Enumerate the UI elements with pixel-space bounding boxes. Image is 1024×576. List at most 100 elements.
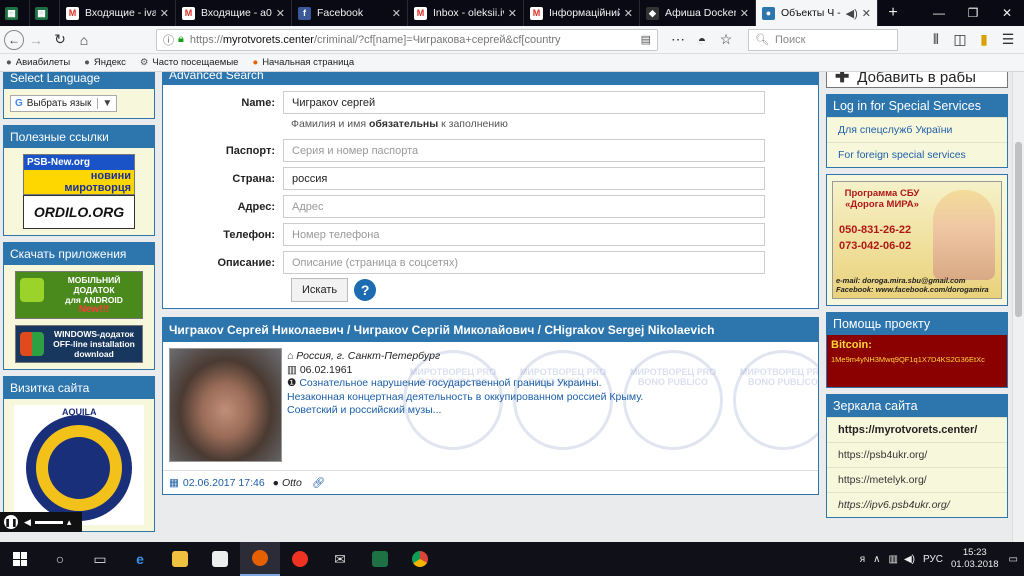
name-field[interactable]: Чигракоv сергей [283, 91, 765, 114]
help-icon[interactable]: ? [354, 279, 377, 301]
bookmark-start-page[interactable]: ● Начальная страница [252, 57, 354, 68]
store-icon[interactable] [200, 542, 240, 576]
volume-icon[interactable]: ◀ [24, 517, 31, 528]
restore-icon[interactable]: ❐ [956, 0, 990, 26]
start-button[interactable] [0, 542, 40, 576]
back-icon[interactable]: ← [4, 29, 24, 50]
edge-icon[interactable]: e [120, 542, 160, 576]
tab-docker[interactable]: ◆Афиша Docker's✕ [640, 0, 756, 26]
file-explorer-icon[interactable] [160, 542, 200, 576]
translate-select[interactable]: G Выбрать язык ▼ [10, 95, 118, 112]
add-button[interactable]: ✚ Добавить в рабы [826, 72, 1008, 88]
firefox-icon[interactable] [240, 542, 280, 576]
close-tab-icon[interactable]: ✕ [740, 7, 749, 20]
tab-facebook[interactable]: f Facebook ✕ [292, 0, 408, 26]
bookmark-star-icon[interactable]: ☆ [714, 28, 738, 52]
pocket-icon[interactable]: ◓ [690, 28, 714, 52]
yandex-browser-icon[interactable] [280, 542, 320, 576]
speaker-icon[interactable]: ◀) [846, 7, 858, 20]
reader-view-icon[interactable]: ▤ [641, 33, 651, 46]
mirror-link[interactable]: https://ipv6.psb4ukr.org/ [827, 492, 1007, 517]
people-icon[interactable]: ᴙ [860, 554, 865, 565]
network-icon[interactable]: ▥ [888, 554, 897, 565]
close-window-icon[interactable]: ✕ [990, 0, 1024, 26]
home-icon[interactable]: ⌂ [72, 28, 96, 52]
mirror-link[interactable]: https://psb4ukr.org/ [827, 442, 1007, 467]
result-title[interactable]: Чигракоv Сергей Николаевич / Чигракоv Се… [163, 318, 818, 342]
extension-icon[interactable]: ▮ [972, 28, 996, 52]
passport-field[interactable]: Серия и номер паспорта [283, 139, 765, 162]
search-button[interactable]: Искать [291, 278, 349, 302]
description-field[interactable]: Описание (страница в соцсетях) [283, 251, 765, 274]
mirror-link[interactable]: https://myrotvorets.center/ [827, 417, 1007, 442]
service-link-ua[interactable]: Для спецслужб України [827, 117, 1007, 142]
scrollbar-thumb[interactable] [1015, 142, 1022, 317]
ordilo-banner[interactable]: ORDILO.ORG [23, 195, 135, 229]
address-field[interactable]: Адрес [283, 195, 765, 218]
useful-links-panel: Полезные ссылки PSB-New.org новини мирот… [3, 125, 155, 236]
forward-icon[interactable]: → [24, 28, 48, 52]
bookmark-yandex[interactable]: ● Яндекс [84, 57, 126, 68]
phone-label: Телефон: [223, 228, 275, 241]
bitcoin-address[interactable]: 1Me9m4yNH3Mwq9QF1q1X7D4KS2G36EtXc [831, 355, 1003, 364]
new-tab-button[interactable]: + [878, 0, 908, 26]
tab-gmail-3[interactable]: MInbox - oleksii.iva✕ [408, 0, 524, 26]
pause-icon[interactable]: ❚❚ [4, 515, 18, 529]
library-icon[interactable]: ⫴ [924, 28, 948, 52]
sheets-icon: ▦ [5, 6, 18, 20]
minimize-icon[interactable]: — [922, 0, 956, 26]
close-tab-icon[interactable]: ✕ [862, 7, 871, 20]
close-tab-icon[interactable]: ✕ [276, 7, 285, 20]
permalink-icon[interactable]: 🔗︎ [312, 476, 325, 489]
windows-app-button[interactable]: WINDOWS-додаток OFF-line installation do… [15, 325, 143, 363]
tab-pinned-sheets-2[interactable]: ▦ [30, 0, 60, 26]
phone-field[interactable]: Номер телефона [283, 223, 765, 246]
android-app-button[interactable]: МОБІЛЬНИЙ ДОДАТОК для ANDROID New!!! [15, 271, 143, 319]
result-date: 02.06.2017 17:46 [182, 476, 265, 489]
page-scrollbar[interactable] [1012, 72, 1024, 542]
bookmark-aviabilety[interactable]: ● Авиабилеты [6, 57, 70, 68]
close-tab-icon[interactable]: ✕ [624, 7, 633, 20]
mirror-link[interactable]: https://metelyk.org/ [827, 467, 1007, 492]
volume-tray-icon[interactable]: ◀) [904, 554, 915, 565]
mirrors-title: Зеркала сайта [827, 395, 1007, 417]
windows-taskbar: ○ ▭ e ✉ ᴙ ∧ ▥ ◀) РУС 15:23 01.03.2018 ▭ [0, 542, 1024, 576]
notifications-icon[interactable]: ▭ [1009, 554, 1018, 565]
chrome-icon[interactable] [400, 542, 440, 576]
service-link-foreign[interactable]: For foreign special services [827, 142, 1007, 167]
result-author: Otto [281, 476, 302, 489]
page-actions-icon[interactable]: ⋯ [666, 28, 690, 52]
expand-icon[interactable]: ▴ [67, 517, 72, 528]
page-content: Select Language G Выбрать язык ▼ Полезные … [0, 72, 1012, 542]
psb-news-banner[interactable]: PSB-New.org новини миротворця [23, 154, 135, 195]
tray-chevron-icon[interactable]: ∧ [873, 554, 880, 565]
tab-pinned-sheets-1[interactable]: ▦ [0, 0, 30, 26]
person-photo[interactable] [169, 348, 282, 462]
tab-active-myrotvorets[interactable]: ● Объекты Ч - ◀) ✕ [756, 0, 878, 26]
search-input[interactable]: 🔍︎ Поиск [748, 28, 898, 51]
task-view-icon[interactable]: ▭ [80, 542, 120, 576]
sidebar-icon[interactable]: ◫ [948, 28, 972, 52]
result-footer: ▦ 02.06.2017 17:46 ● Otto 🔗︎ [163, 470, 818, 494]
sbu-program-banner[interactable]: Программа СБУ «Дорога МИРА» 050-831-26-2… [832, 181, 1002, 299]
tab-gmail-2[interactable]: MВходящие - а067✕ [176, 0, 292, 26]
menu-icon[interactable]: ☰ [996, 28, 1020, 52]
bookmark-most-visited[interactable]: ⚙ Часто посещаемые [140, 57, 239, 68]
search-icon[interactable]: ○ [40, 542, 80, 576]
excel-icon[interactable] [360, 542, 400, 576]
mail-icon[interactable]: ✉ [320, 542, 360, 576]
url-bar[interactable]: ⓘ 🔒︎ https://myrotvorets.center/criminal… [156, 28, 658, 51]
tab-gmail-4[interactable]: M Інформаційний ✕ [524, 0, 640, 26]
input-language[interactable]: РУС [923, 554, 943, 565]
birthday-icon: ▥ [287, 363, 297, 376]
close-tab-icon[interactable]: ✕ [392, 7, 401, 20]
reload-icon[interactable]: ↻ [48, 28, 72, 52]
tab-gmail-1[interactable]: M Входящие - ivan ✕ [60, 0, 176, 26]
help-project-title: Помощь проекту [827, 313, 1007, 335]
close-tab-icon[interactable]: ✕ [160, 7, 169, 20]
close-tab-icon[interactable]: ✕ [508, 7, 517, 20]
volume-slider[interactable] [34, 520, 63, 524]
info-icon[interactable]: ⓘ [163, 32, 174, 48]
country-field[interactable]: россия [283, 167, 765, 190]
clock[interactable]: 15:23 01.03.2018 [951, 547, 999, 571]
